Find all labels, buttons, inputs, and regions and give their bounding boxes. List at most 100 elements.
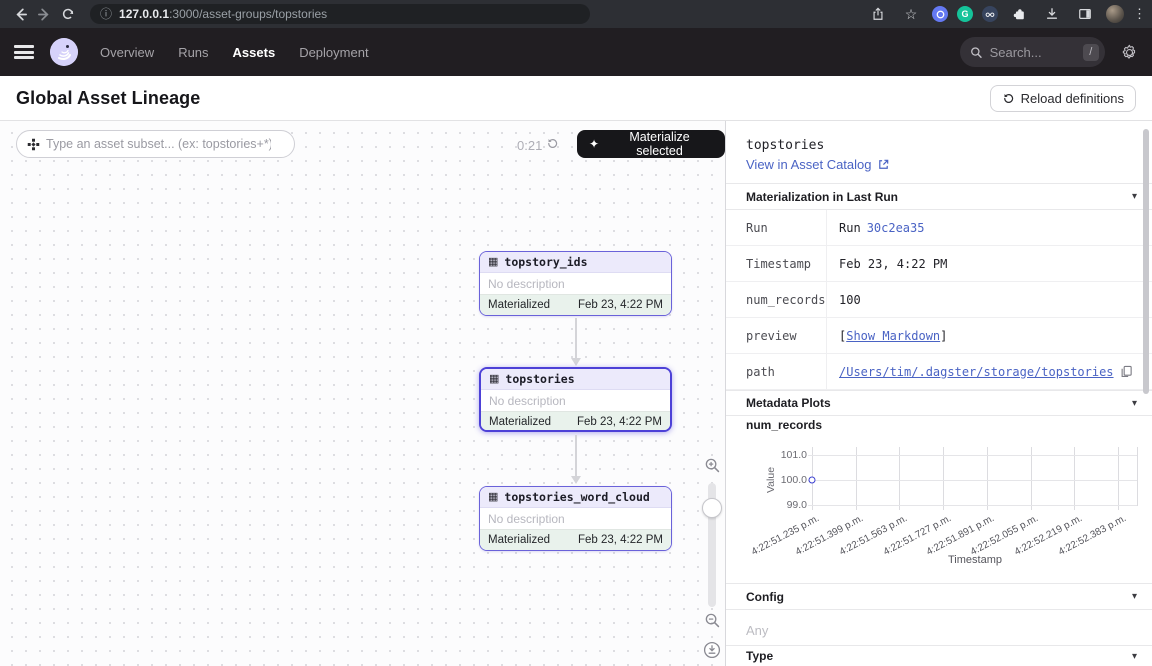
chart-plot [812,447,1138,506]
table-icon: ▦ [488,492,498,503]
chevron-down-icon: ▾ [1132,651,1137,662]
browser-actions: ☆ G ⋮ [866,0,1146,28]
config-value: Any [746,623,768,638]
chevron-down-icon: ▾ [1132,591,1137,602]
asset-name: topstories_word_cloud [504,490,649,504]
settings-gear-icon[interactable] [1121,44,1138,61]
browser-menu-icon[interactable]: ⋮ [1133,6,1146,22]
copy-icon[interactable] [1120,365,1133,378]
address-bar[interactable]: ⓘ 127.0.0.1:3000/asset-groups/topstories [90,4,590,24]
node-header: ▦ topstories_word_cloud [480,487,671,508]
nav-links: Overview Runs Assets Deployment [100,45,369,60]
status-label: Materialized [488,299,550,311]
table-row-run: Run Run 30c2ea35 [726,210,1152,246]
asset-selector-icon [27,138,40,151]
search-input[interactable] [990,45,1076,60]
chart-xlabel: Timestamp [812,554,1138,566]
zoom-in-icon[interactable] [704,457,721,479]
downloads-icon[interactable] [1040,3,1064,25]
zoom-out-icon[interactable] [704,612,721,634]
view-in-asset-catalog-link[interactable]: View in Asset Catalog [746,157,890,172]
extensions-puzzle-icon[interactable] [1007,3,1031,25]
asset-name: topstories [505,372,574,386]
section-materialization-last-run[interactable]: Materialization in Last Run ▾ [726,183,1152,210]
materialized-timestamp: Feb 23, 4:22 PM [578,534,663,546]
materialized-timestamp: Feb 23, 4:22 PM [578,299,663,311]
asset-node-topstories[interactable]: ▦ topstories No description Materialized… [479,367,672,432]
asset-description: No description [480,508,671,529]
graph-refresh-icon[interactable] [546,137,559,155]
table-icon: ▦ [489,374,499,385]
search-icon [970,46,983,59]
section-config[interactable]: Config ▾ [726,583,1152,610]
refresh-icon [1002,92,1015,105]
chevron-down-icon: ▾ [1132,398,1137,409]
nav-right: / [960,28,1138,76]
chart-data-point[interactable] [809,477,816,484]
asset-status-row: Materialized Feb 23, 4:22 PM [480,529,671,550]
edge-topstory-ids-to-topstories [575,318,577,359]
materialized-timestamp: Feb 23, 4:22 PM [577,416,662,428]
asset-status-row: Materialized Feb 23, 4:22 PM [480,294,671,315]
reload-definitions-button[interactable]: Reload definitions [990,85,1136,112]
asset-node-topstory-ids[interactable]: ▦ topstory_ids No description Materializ… [479,251,672,316]
sparkle-icon: ✦ [589,138,599,150]
details-scrollbar[interactable] [1143,129,1149,394]
asset-subset-input[interactable] [46,137,271,151]
nav-item-assets[interactable]: Assets [233,45,276,60]
profile-avatar[interactable] [1106,5,1124,23]
status-label: Materialized [488,534,550,546]
asset-name: topstory_ids [504,255,587,269]
chevron-down-icon: ▾ [1132,191,1137,202]
sidebar-panel-icon[interactable] [1073,3,1097,25]
asset-status-row: Materialized Feb 23, 4:22 PM [481,411,670,432]
node-header: ▦ topstory_ids [480,252,671,273]
browser-toolbar: ⓘ 127.0.0.1:3000/asset-groups/topstories… [0,0,1152,28]
materialize-selected-button[interactable]: ✦ Materialize selected [577,130,725,158]
chart-title: num_records [746,418,822,432]
extension-icon-glasses[interactable] [982,6,998,22]
nav-item-deployment[interactable]: Deployment [299,45,368,60]
extension-icon-blue[interactable] [932,6,948,22]
show-markdown-link[interactable]: Show Markdown [846,329,940,343]
asset-description: No description [481,390,670,411]
node-header: ▦ topstories [481,369,670,390]
bookmark-star-icon[interactable]: ☆ [899,3,923,25]
nav-item-runs[interactable]: Runs [178,45,208,60]
site-info-icon[interactable]: ⓘ [100,8,112,20]
status-label: Materialized [489,416,551,428]
page-header: Global Asset Lineage Reload definitions [0,76,1152,121]
asset-details-panel: topstories View in Asset Catalog Materia… [725,121,1152,666]
table-row-timestamp: Timestamp Feb 23, 4:22 PM [726,246,1152,282]
app-navbar: Overview Runs Assets Deployment / [0,28,1152,76]
table-row-preview: preview [Show Markdown] [726,318,1152,354]
global-search[interactable]: / [960,37,1105,67]
path-link[interactable]: /Users/tim/.dagster/storage/topstories [839,365,1114,379]
share-icon[interactable] [866,3,890,25]
nav-item-overview[interactable]: Overview [100,45,154,60]
browser-back-icon[interactable] [8,3,32,25]
asset-description: No description [480,273,671,294]
asset-node-topstories-word-cloud[interactable]: ▦ topstories_word_cloud No description M… [479,486,672,551]
browser-forward-icon[interactable] [32,3,56,25]
asset-graph-canvas[interactable]: 0:21 ✦ Materialize selected ▦ topstory_i… [0,121,725,666]
run-id-link[interactable]: 30c2ea35 [867,221,925,235]
section-type[interactable]: Type ▾ [726,645,1152,666]
materialization-metadata-table: Run Run 30c2ea35 Timestamp Feb 23, 4:22 … [726,210,1152,390]
selected-asset-title: topstories [746,138,824,153]
browser-refresh-icon[interactable] [56,3,80,25]
asset-subset-filter[interactable] [16,130,295,158]
extension-icon-grammarly[interactable]: G [957,6,973,22]
hamburger-menu-icon[interactable] [14,45,34,59]
zoom-slider-handle[interactable] [702,498,722,518]
external-link-icon [877,158,890,171]
edge-topstories-to-word-cloud [575,435,577,477]
section-metadata-plots[interactable]: Metadata Plots ▾ [726,390,1152,416]
dagster-logo[interactable] [50,38,78,66]
chart-xlabels: 4:22:51.235 p.m.4:22:51.399 p.m.4:22:51.… [812,511,1138,557]
chart-yticks: 101.0100.099.0 [726,447,807,507]
page-title: Global Asset Lineage [16,88,200,109]
refresh-timer: 0:21 [517,138,542,153]
main-content: 0:21 ✦ Materialize selected ▦ topstory_i… [0,121,1152,666]
reset-view-icon[interactable] [703,641,721,664]
